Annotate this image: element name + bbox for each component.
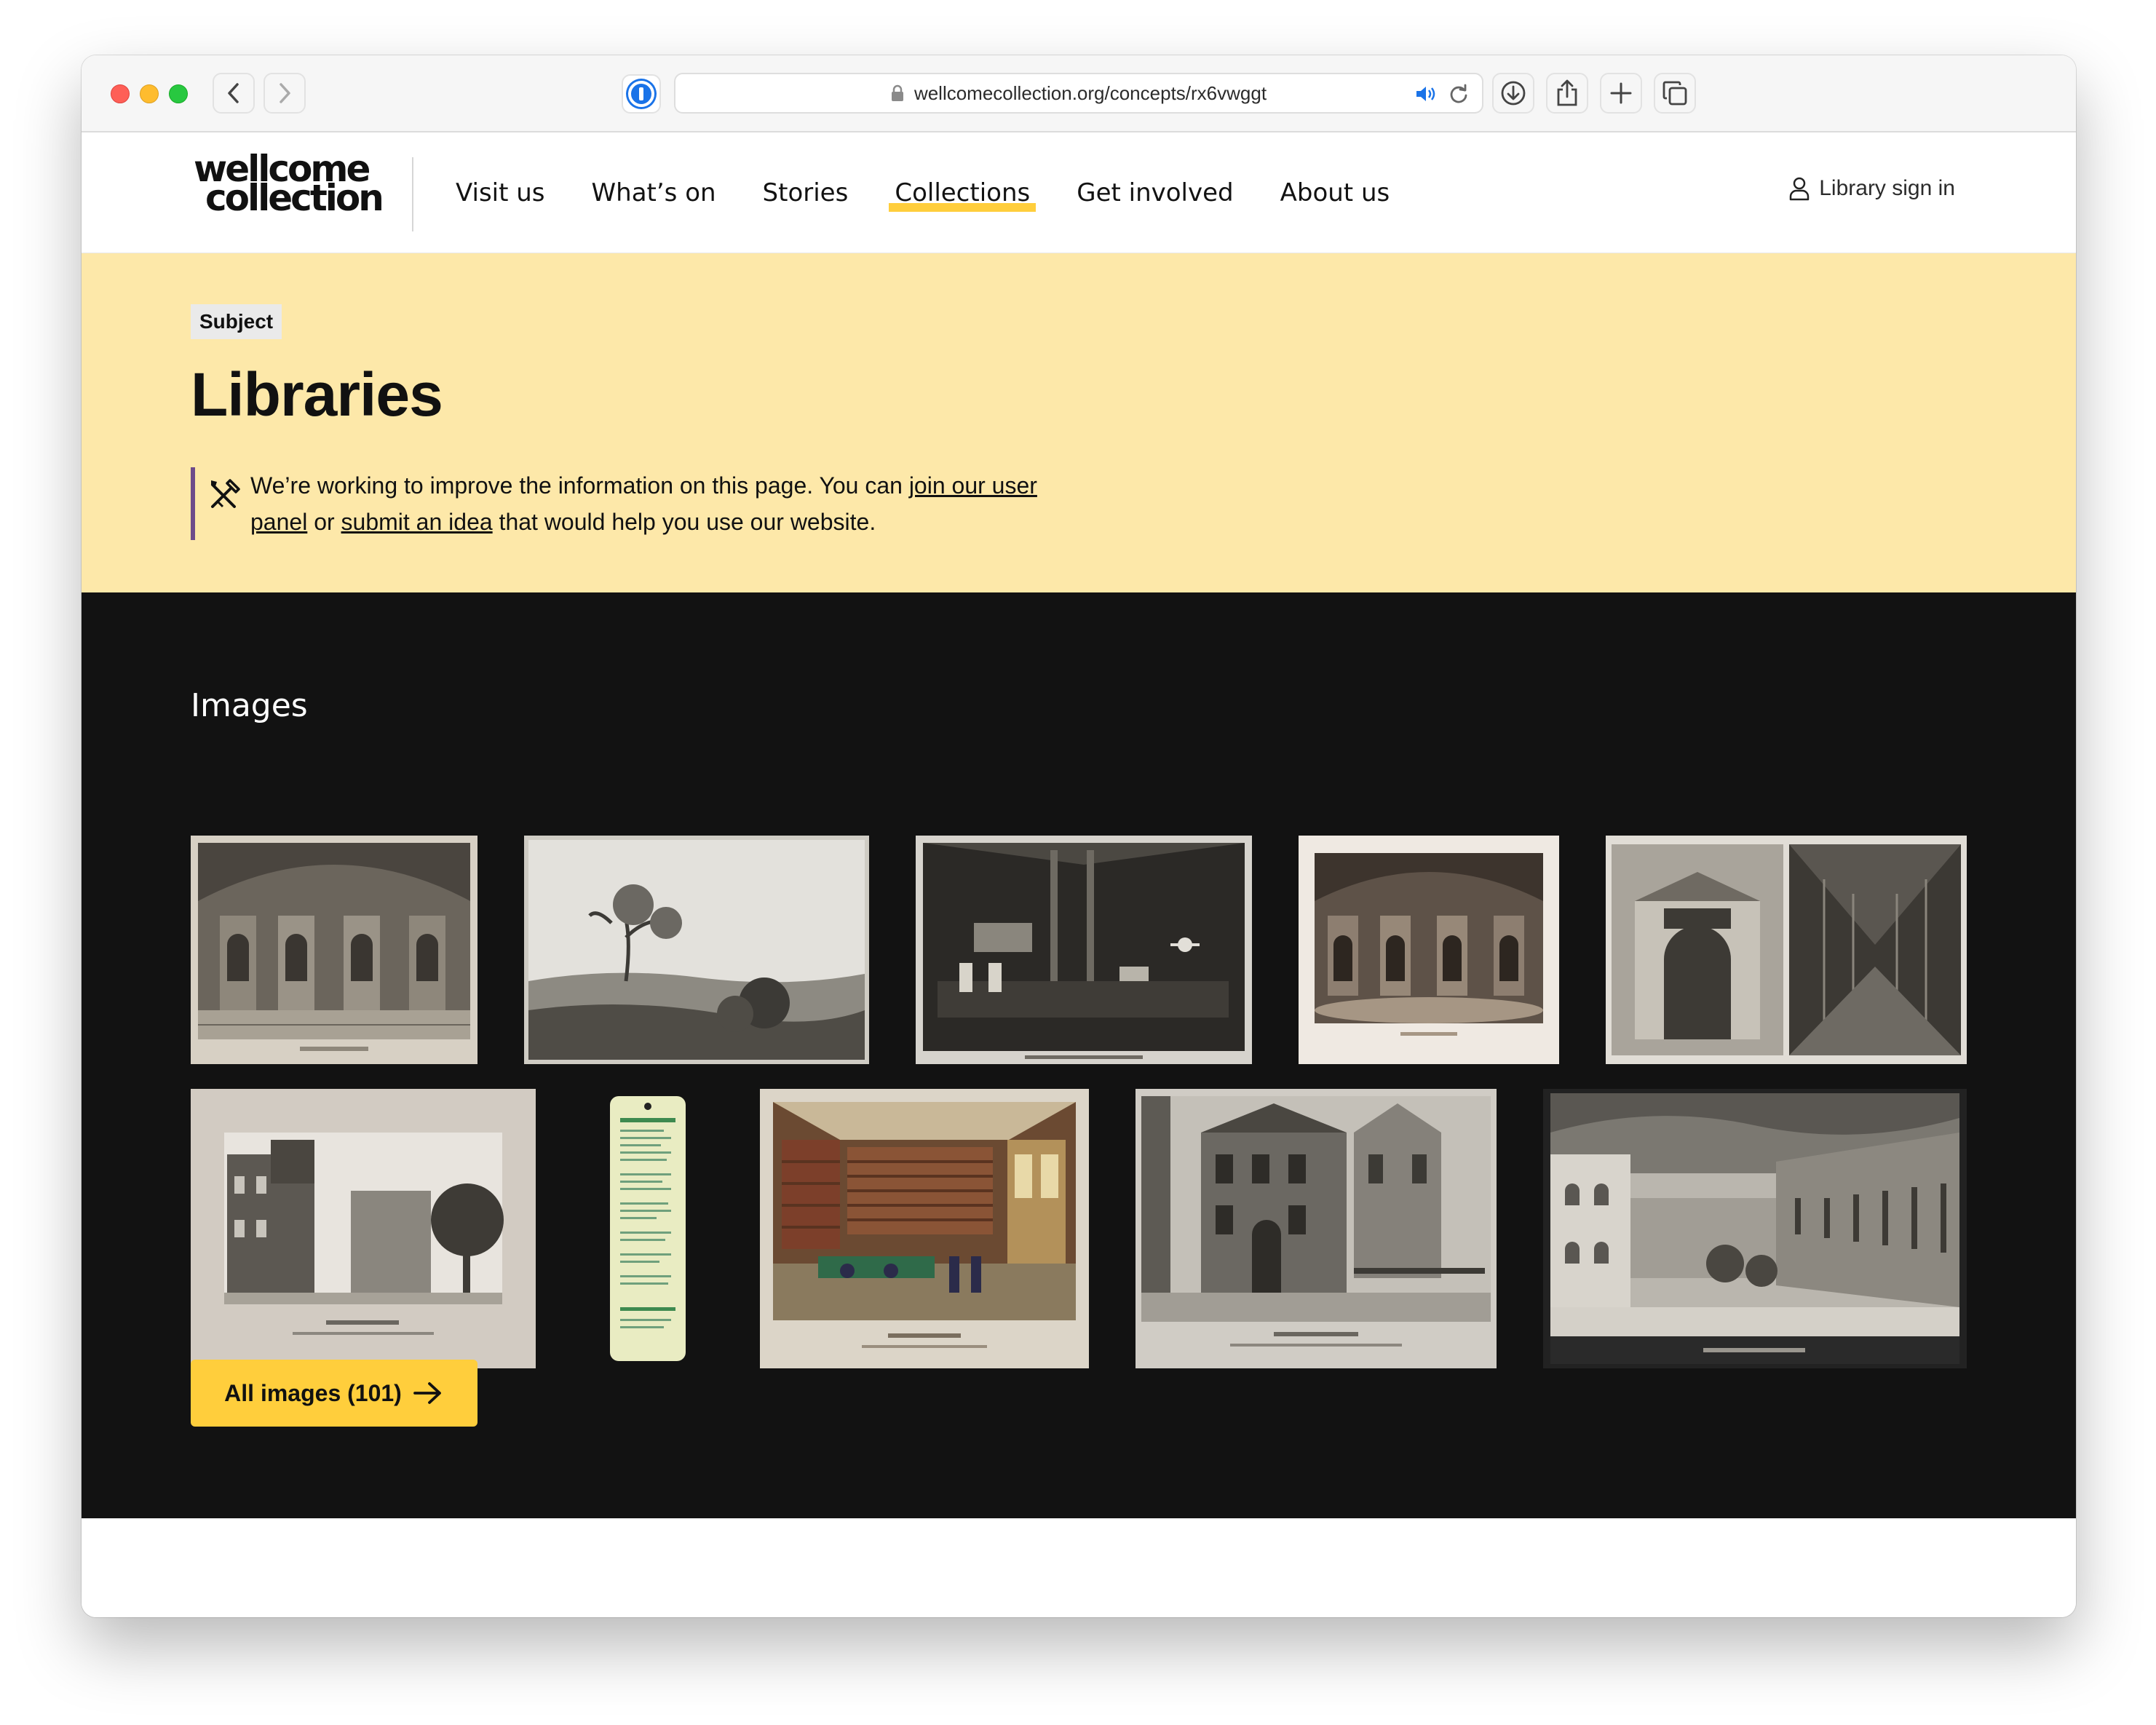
back-button[interactable] xyxy=(213,73,255,114)
library-signin-link[interactable]: Library sign in xyxy=(1788,176,1955,201)
image-thumbnail[interactable] xyxy=(191,836,477,1064)
chevron-right-icon xyxy=(280,83,290,103)
tools-icon xyxy=(211,479,240,508)
images-section: Images All images (101) xyxy=(82,592,2076,1518)
engraving-rotunda-icon xyxy=(1299,836,1559,1064)
site-header: wellcome collection Visit us What’s on S… xyxy=(82,132,2076,253)
engraving-street-icon xyxy=(191,1089,536,1368)
tab-overview-button[interactable] xyxy=(1654,73,1696,114)
forward-button[interactable] xyxy=(263,73,306,114)
notice-text-part: or xyxy=(307,509,341,535)
image-thumbnail[interactable] xyxy=(1606,836,1967,1064)
bookmark-card-icon xyxy=(582,1089,713,1368)
downloads-button[interactable] xyxy=(1492,73,1534,114)
signin-label: Library sign in xyxy=(1819,176,1955,200)
notice-text-part: that would help you use our website. xyxy=(492,509,876,535)
new-tab-button[interactable] xyxy=(1600,73,1642,114)
image-thumbnail[interactable] xyxy=(191,1089,536,1368)
photo-reading-room-icon xyxy=(916,836,1252,1064)
share-button[interactable] xyxy=(1546,73,1588,114)
images-heading: Images xyxy=(191,687,308,724)
nav-collections[interactable]: Collections xyxy=(889,178,1037,212)
speaker-icon[interactable] xyxy=(1415,84,1437,103)
password-manager-button[interactable] xyxy=(622,74,661,114)
logo-line-2: collection xyxy=(205,177,384,219)
improvement-notice: We’re working to improve the information… xyxy=(191,467,1050,540)
submit-idea-link[interactable]: submit an idea xyxy=(341,509,493,535)
nav-whats-on[interactable]: What’s on xyxy=(592,178,716,207)
all-images-label: All images (101) xyxy=(224,1379,402,1406)
all-images-button[interactable]: All images (101) xyxy=(191,1360,477,1427)
image-thumbnail[interactable] xyxy=(1136,1089,1497,1368)
tabs-icon xyxy=(1662,81,1687,106)
engraving-rotunda-icon xyxy=(191,836,477,1064)
nav-get-involved[interactable]: Get involved xyxy=(1077,178,1233,207)
download-icon xyxy=(1501,81,1526,106)
main-nav: Visit us What’s on Stories Collections G… xyxy=(456,132,1436,253)
header-divider xyxy=(412,157,413,231)
concept-type-label: Subject xyxy=(191,304,282,339)
engraving-college-gate-icon xyxy=(1606,836,1967,1064)
browser-toolbar: wellcomecollection.org/concepts/rx6vwggt xyxy=(82,55,2076,132)
chevron-left-icon xyxy=(228,83,239,103)
url-text: wellcomecollection.org/concepts/rx6vwggt xyxy=(913,82,1267,104)
notice-text-part: We’re working to improve the information… xyxy=(250,472,909,499)
engraving-courtyard-icon xyxy=(1543,1089,1967,1368)
nav-visit-us[interactable]: Visit us xyxy=(456,178,545,207)
user-icon xyxy=(1789,177,1810,201)
arrow-right-icon xyxy=(413,1382,441,1404)
image-thumbnail[interactable] xyxy=(524,836,869,1064)
nav-stories[interactable]: Stories xyxy=(763,178,849,207)
image-thumbnail[interactable] xyxy=(916,836,1252,1064)
image-thumbnail[interactable] xyxy=(582,1089,713,1368)
plus-icon xyxy=(1610,82,1632,104)
address-bar[interactable]: wellcomecollection.org/concepts/rx6vwggt xyxy=(674,73,1483,114)
image-thumbnail[interactable] xyxy=(1299,836,1559,1064)
nav-about-us[interactable]: About us xyxy=(1280,178,1390,207)
browser-window: wellcomecollection.org/concepts/rx6vwggt… xyxy=(82,55,2076,1617)
page-footer-area xyxy=(82,1518,2076,1617)
password-manager-icon xyxy=(628,81,654,107)
engraving-landscape-icon xyxy=(524,836,869,1064)
zoom-window-button[interactable] xyxy=(169,84,188,103)
close-window-button[interactable] xyxy=(111,84,130,103)
engraving-building-icon xyxy=(1136,1089,1497,1368)
wellcome-collection-logo[interactable]: wellcome collection xyxy=(194,151,384,219)
page-title: Libraries xyxy=(191,360,443,429)
reload-icon[interactable] xyxy=(1448,83,1469,105)
lock-icon xyxy=(891,84,903,101)
notice-text: We’re working to improve the information… xyxy=(250,467,1050,540)
concept-header: Subject Libraries We’re working to impro… xyxy=(82,253,2076,592)
image-thumbnail[interactable] xyxy=(760,1089,1089,1368)
image-thumbnail[interactable] xyxy=(1543,1089,1967,1368)
share-icon xyxy=(1557,79,1577,106)
color-library-interior-icon xyxy=(760,1089,1089,1368)
minimize-window-button[interactable] xyxy=(140,84,159,103)
